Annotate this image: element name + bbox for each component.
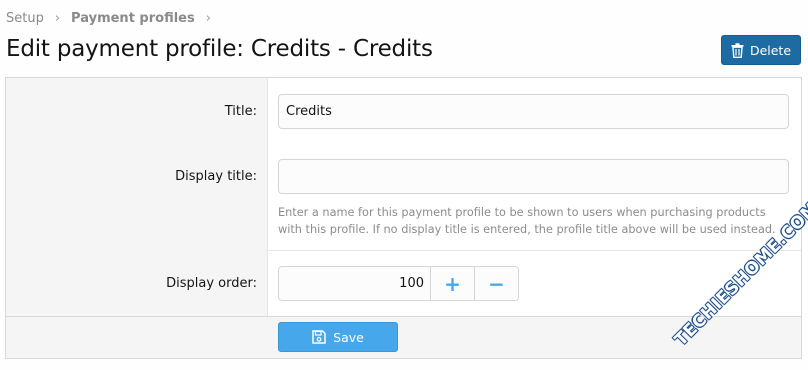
chevron-right-icon: ›	[54, 11, 61, 26]
breadcrumb-item-setup[interactable]: Setup	[6, 11, 44, 26]
breadcrumb: Setup › Payment profiles ›	[6, 11, 222, 26]
title-label: Title:	[224, 104, 257, 119]
floppy-disk-icon	[312, 330, 326, 344]
trash-icon	[731, 42, 744, 58]
display-title-hint: Enter a name for this payment profile to…	[278, 206, 776, 236]
display-order-stepper: + −	[278, 266, 519, 301]
plus-icon: +	[444, 271, 461, 296]
title-input[interactable]	[278, 94, 789, 129]
payment-profile-form: Title: Display title: Enter a name for t…	[5, 77, 802, 319]
save-button-label: Save	[333, 329, 364, 345]
display-title-input[interactable]	[278, 159, 789, 194]
decrement-button[interactable]: −	[474, 267, 518, 300]
increment-button[interactable]: +	[430, 267, 474, 300]
row-divider	[268, 250, 801, 251]
breadcrumb-item-payment-profiles[interactable]: Payment profiles	[71, 11, 195, 26]
display-order-label: Display order:	[166, 276, 257, 291]
chevron-right-icon: ›	[205, 11, 211, 26]
page-title: Edit payment profile: Credits - Credits	[6, 36, 433, 62]
minus-icon: −	[488, 271, 505, 296]
delete-button-label: Delete	[749, 42, 792, 58]
display-order-input[interactable]	[279, 267, 430, 300]
save-button[interactable]: Save	[278, 322, 398, 352]
display-title-label: Display title:	[175, 169, 257, 184]
delete-button[interactable]: Delete	[721, 35, 801, 65]
